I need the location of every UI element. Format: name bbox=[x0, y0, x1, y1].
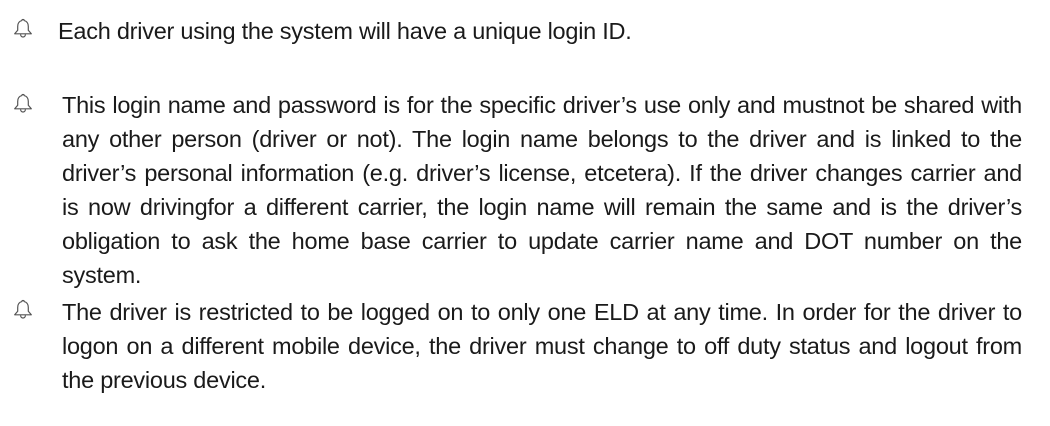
bullet-text: Each driver using the system will have a… bbox=[58, 18, 632, 44]
bell-outline-icon bbox=[12, 92, 34, 114]
bullet-text: This login name and password is for the … bbox=[62, 92, 1022, 288]
bell-outline-icon bbox=[12, 298, 34, 320]
bell-outline-icon bbox=[12, 17, 34, 39]
bullet-text: The driver is restricted to be logged on… bbox=[62, 299, 1022, 393]
